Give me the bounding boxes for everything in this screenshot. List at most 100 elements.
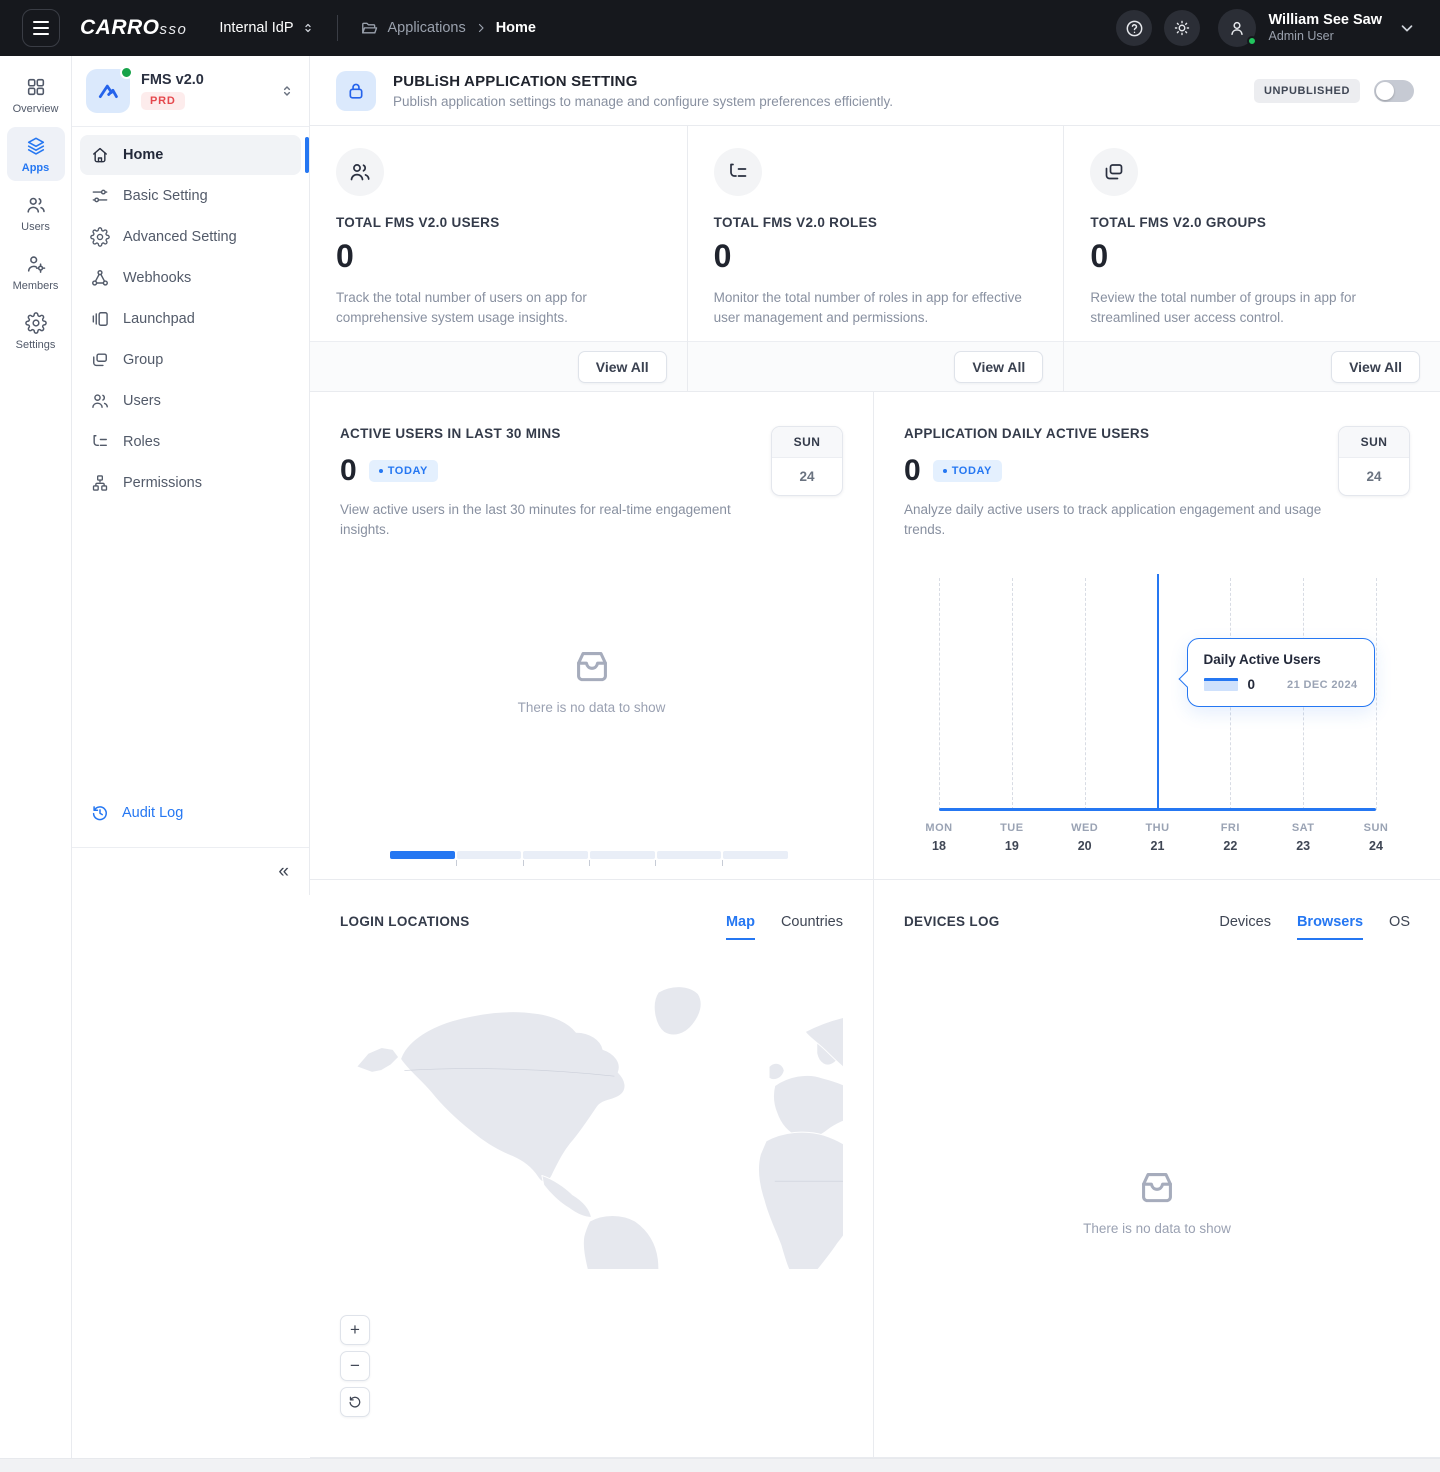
sidebar-item-group[interactable]: Group xyxy=(80,340,301,380)
sidebar-item-home[interactable]: Home xyxy=(80,135,301,175)
publish-setting-card: PUBLiSH APPLICATION SETTING Publish appl… xyxy=(310,56,1440,126)
map-reset-button[interactable] xyxy=(340,1387,370,1417)
sidebar-item-users[interactable]: Users xyxy=(80,381,301,421)
header-divider xyxy=(337,15,338,41)
calendar-day: SUN xyxy=(772,427,842,458)
rail-item-overview[interactable]: Overview xyxy=(7,68,65,122)
map-controls: + − xyxy=(340,1315,370,1417)
daily-active-users-section: APPLICATION DAILY ACTIVE USERS 0 TODAY A… xyxy=(873,392,1440,879)
chart-hover-line xyxy=(1157,574,1159,810)
stat-title: TOTAL FMS V2.0 GROUPS xyxy=(1090,215,1414,230)
help-button[interactable] xyxy=(1116,10,1152,46)
login-locations-tabs: Map Countries xyxy=(726,914,843,940)
slider-segment xyxy=(657,851,722,859)
sidebar-item-permissions[interactable]: Permissions xyxy=(80,463,301,503)
users-icon-badge xyxy=(336,148,384,196)
rail-item-users[interactable]: Users xyxy=(7,186,65,240)
breadcrumb-parent[interactable]: Applications xyxy=(388,20,466,36)
stat-value: 0 xyxy=(336,238,661,275)
org-selector[interactable]: Internal IdP xyxy=(219,20,314,36)
list-tree-icon xyxy=(90,432,110,452)
publish-description: Publish application settings to manage a… xyxy=(393,94,1237,109)
stats-row: TOTAL FMS V2.0 USERS 0 Track the total n… xyxy=(310,126,1440,392)
sidebar-item-label: Home xyxy=(123,147,163,163)
calendar-date: 24 xyxy=(1339,458,1409,495)
groups-icon-badge xyxy=(1090,148,1138,196)
axis-day: SUN xyxy=(1364,820,1389,837)
rail-item-members[interactable]: Members xyxy=(7,245,65,299)
map-zoom-out-button[interactable]: − xyxy=(340,1351,370,1381)
sidebar-item-audit-log[interactable]: Audit Log xyxy=(80,793,301,833)
view-all-roles-button[interactable]: View All xyxy=(954,351,1043,383)
sidebar-item-label: Group xyxy=(123,352,163,368)
brand-name: CARRO xyxy=(80,16,160,40)
inbox-icon xyxy=(1134,1165,1180,1211)
users-icon xyxy=(90,391,110,411)
brand-suffix: sso xyxy=(160,21,188,38)
home-icon xyxy=(90,145,110,165)
sidebar-item-label: Users xyxy=(123,393,161,409)
app-selector[interactable]: FMS v2.0 PRD xyxy=(72,56,309,127)
tab-devices[interactable]: Devices xyxy=(1219,914,1271,940)
publish-toggle[interactable] xyxy=(1374,80,1414,102)
rail-label: Overview xyxy=(13,103,59,115)
folders-icon xyxy=(1102,160,1126,184)
lock-icon-badge xyxy=(336,71,376,111)
users-icon xyxy=(25,194,47,216)
gear-icon xyxy=(90,227,110,247)
sidebar-item-basic-setting[interactable]: Basic Setting xyxy=(80,176,301,216)
chevron-down-icon[interactable] xyxy=(1398,19,1416,37)
tab-browsers[interactable]: Browsers xyxy=(1297,914,1363,940)
rail-item-apps[interactable]: Apps xyxy=(7,127,65,181)
slider-tick xyxy=(589,860,590,866)
daily-active-users-chart[interactable]: Daily Active Users 0 21 DEC 2024 MON 18 … xyxy=(939,578,1376,810)
sidebar-item-roles[interactable]: Roles xyxy=(80,422,301,462)
tab-countries[interactable]: Countries xyxy=(781,914,843,940)
sliders-icon xyxy=(90,186,110,206)
axis-date: 24 xyxy=(1364,837,1389,856)
sidebar-item-launchpad[interactable]: Launchpad xyxy=(80,299,301,339)
tab-os[interactable]: OS xyxy=(1389,914,1410,940)
rail-item-settings[interactable]: Settings xyxy=(7,304,65,358)
sidebar-item-webhooks[interactable]: Webhooks xyxy=(80,258,301,298)
sidebar-item-label: Advanced Setting xyxy=(123,229,237,245)
page-footer xyxy=(0,1458,1440,1472)
app-name: FMS v2.0 xyxy=(141,72,268,88)
empty-state: There is no data to show xyxy=(904,1165,1410,1236)
sidebar-collapse-row: « xyxy=(72,847,309,895)
active-users-section: ACTIVE USERS IN LAST 30 MINS 0 TODAY Vie… xyxy=(310,392,873,879)
user-role: Admin User xyxy=(1268,29,1382,45)
sidebar-item-label: Launchpad xyxy=(123,311,195,327)
tooltip-date: 21 DEC 2024 xyxy=(1287,679,1357,691)
org-selector-label: Internal IdP xyxy=(219,20,293,36)
gear-icon xyxy=(25,312,47,334)
sidebar-item-advanced-setting[interactable]: Advanced Setting xyxy=(80,217,301,257)
section-title: APPLICATION DAILY ACTIVE USERS xyxy=(904,426,1410,441)
axis-day: WED xyxy=(1071,820,1098,837)
view-all-groups-button[interactable]: View All xyxy=(1331,351,1420,383)
axis-day: FRI xyxy=(1221,820,1240,837)
map-zoom-in-button[interactable]: + xyxy=(340,1315,370,1345)
time-range-slider[interactable] xyxy=(390,851,788,859)
gridline xyxy=(1376,578,1377,810)
rail-label: Users xyxy=(21,221,50,233)
stat-description: Review the total number of groups in app… xyxy=(1090,288,1414,327)
unfold-icon[interactable] xyxy=(279,83,295,99)
sidebar-collapse-button[interactable]: « xyxy=(278,861,287,883)
hamburger-menu-button[interactable] xyxy=(22,9,60,47)
sidebar-item-label: Roles xyxy=(123,434,160,450)
folders-icon xyxy=(90,350,110,370)
tab-map[interactable]: Map xyxy=(726,914,755,940)
world-map[interactable] xyxy=(340,954,843,1269)
view-all-users-button[interactable]: View All xyxy=(578,351,667,383)
grid-icon xyxy=(25,76,47,98)
stat-value: 0 xyxy=(714,238,1038,275)
sun-icon xyxy=(1172,18,1192,38)
theme-toggle-button[interactable] xyxy=(1164,10,1200,46)
users-icon xyxy=(348,160,372,184)
chart-tooltip: Daily Active Users 0 21 DEC 2024 xyxy=(1187,638,1375,707)
stat-card-roles: TOTAL FMS V2.0 ROLES 0 Monitor the total… xyxy=(687,126,1064,391)
calendar-date: 24 xyxy=(772,458,842,495)
bottom-row: LOGIN LOCATIONS Map Countries xyxy=(310,880,1440,1458)
user-avatar[interactable] xyxy=(1218,9,1256,47)
